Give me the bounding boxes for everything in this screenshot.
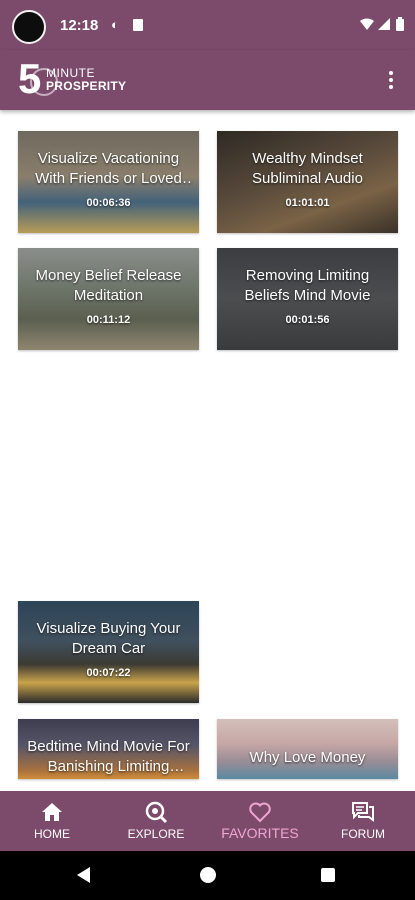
camera-punch-hole [12, 10, 46, 44]
video-title: Bedtime Mind Movie For Banishing Limitin… [27, 738, 190, 775]
nav-label: HOME [34, 827, 70, 841]
video-title: Money Belief Release Meditation [35, 267, 182, 304]
logo-text-bottom: PROSPERITY [46, 79, 127, 93]
video-duration: 00:01:56 [285, 314, 330, 326]
video-title: Visualize Vacationing With Friends or Lo… [35, 150, 182, 187]
more-vert-icon[interactable] [389, 71, 395, 92]
logo-text-top: MINUTE [46, 66, 95, 80]
status-bar: 12:18 ◐ [0, 0, 415, 50]
video-duration: 00:11:12 [86, 314, 131, 326]
video-title: Visualize Buying Your Dream Car [36, 620, 181, 657]
home-button-icon[interactable] [200, 867, 216, 883]
video-duration: 00:06:36 [86, 197, 131, 209]
nav-label: FAVORITES [221, 825, 299, 841]
recents-icon[interactable] [321, 868, 335, 882]
nav-label: FORUM [341, 827, 385, 841]
video-card[interactable]: Removing Limiting Beliefs Mind Movie 00:… [217, 248, 398, 350]
forum-icon [352, 802, 374, 822]
video-card[interactable]: Money Belief Release Meditation 00:11:12 [18, 248, 199, 350]
heart-icon [249, 802, 271, 823]
cell-signal-icon [378, 18, 390, 30]
video-title: Wealthy Mindset Subliminal Audio [252, 150, 363, 187]
nav-home[interactable]: HOME [0, 791, 104, 851]
nav-favorites[interactable]: FAVORITES [208, 791, 312, 851]
video-card[interactable]: Visualize Vacationing With Friends or Lo… [18, 131, 199, 233]
video-card[interactable]: Why Love Money [217, 719, 398, 779]
system-nav-bar [0, 851, 415, 900]
video-card[interactable]: Wealthy Mindset Subliminal Audio 01:01:0… [217, 131, 398, 233]
sd-card-icon [133, 19, 143, 31]
bottom-nav: HOME EXPLORE FAVORITES FORUM [0, 791, 415, 851]
nav-forum[interactable]: FORUM [311, 791, 415, 851]
video-title: Why Love Money [249, 749, 366, 766]
battery-icon [396, 17, 404, 31]
video-duration: 00:07:22 [86, 667, 131, 679]
video-card[interactable]: Bedtime Mind Movie For Banishing Limitin… [18, 719, 199, 779]
app-bar: 5 MINUTE PROSPERITY [0, 50, 415, 110]
explore-search-icon [145, 801, 168, 824]
wifi-icon [360, 18, 374, 30]
video-card[interactable]: Visualize Buying Your Dream Car 00:07:22 [18, 601, 199, 703]
video-duration: 01:01:01 [285, 197, 330, 209]
back-icon[interactable] [77, 867, 90, 883]
nav-label: EXPLORE [127, 827, 185, 841]
home-icon [42, 803, 62, 821]
sync-icon: ◐ [111, 17, 119, 32]
video-title: Removing Limiting Beliefs Mind Movie [244, 267, 371, 304]
nav-explore[interactable]: EXPLORE [104, 791, 208, 851]
logo-number: 5 [18, 55, 42, 102]
status-time: 12:18 [60, 17, 99, 34]
